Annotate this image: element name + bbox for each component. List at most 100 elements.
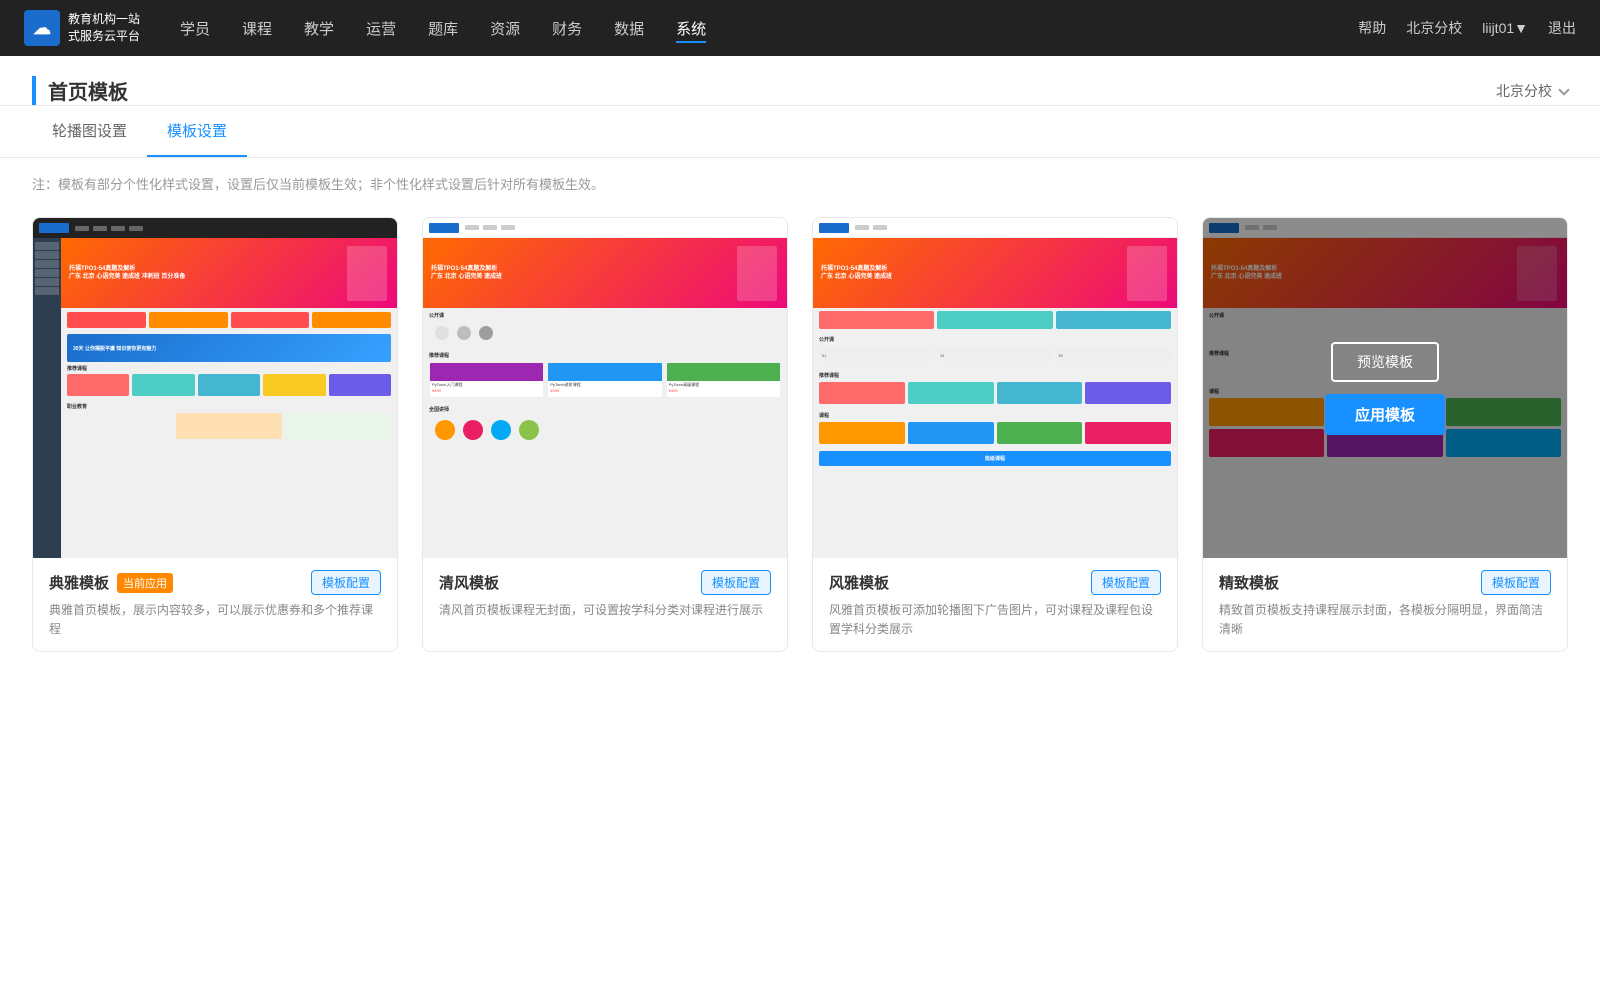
nav-branch[interactable]: 北京分校 <box>1406 18 1462 38</box>
course-card: PyTorch入门课程 ¥499 <box>429 362 544 398</box>
teacher-avatar-1 <box>435 420 455 440</box>
preview-banner-3: 托福TPO1-54真题及解析广东 北京 心语完美 速成班 <box>813 238 1177 308</box>
apply-button-4[interactable]: 应用模板 <box>1325 394 1445 435</box>
preview-nav-item <box>501 225 515 230</box>
public-section-3: 公开课 ¥1 ¥1 ¥0 <box>813 332 1177 368</box>
sidebar-item <box>35 260 59 268</box>
logo: ☁ 教育机构一站 式服务云平台 <box>24 10 140 46</box>
ad-card <box>819 311 934 329</box>
preview-nav-2 <box>423 218 787 238</box>
nav-item-finance[interactable]: 财务 <box>552 14 582 43</box>
preview-button-4[interactable]: 预览模板 <box>1331 342 1439 382</box>
template-name-1: 典雅模板 <box>49 572 109 593</box>
config-button-3[interactable]: 模板配置 <box>1091 570 1161 595</box>
preview-banner-img-3 <box>1127 246 1167 301</box>
teacher-section-2: 全国讲师 <box>423 402 787 448</box>
recommend-card <box>997 382 1083 404</box>
preview-logo-1 <box>39 223 69 233</box>
public-section-2: 公开课 <box>423 308 787 348</box>
course-card <box>285 413 391 439</box>
template-name-row-2: 清风模板 模板配置 <box>439 570 771 595</box>
courses-section-1: 职业教育 <box>61 399 397 443</box>
course-card <box>908 422 994 444</box>
tab-template[interactable]: 模板设置 <box>147 106 247 157</box>
template-preview-1: 托福TPO1-54真题及解析广东 北京 心语完美 速成班 冲刺班 百分准备 <box>33 218 397 558</box>
sidebar-item <box>35 242 59 250</box>
nav-item-students[interactable]: 学员 <box>180 14 210 43</box>
current-badge-1: 当前应用 <box>117 573 173 593</box>
config-button-2[interactable]: 模板配置 <box>701 570 771 595</box>
template-footer-4: 精致模板 模板配置 精致首页模板支持课程展示封面，各模板分隔明显，界面简洁清晰 <box>1203 558 1567 651</box>
template-name-row-1: 典雅模板 当前应用 模板配置 <box>49 570 381 595</box>
course-price: ¥499 <box>432 388 541 393</box>
preview-banner-img-1 <box>347 246 387 301</box>
preview-nav-item <box>465 225 479 230</box>
template-name-4: 精致模板 <box>1219 572 1279 593</box>
template-footer-3: 风雅模板 模板配置 风雅首页模板可添加轮播图下广告图片，可对课程及课程包设置学科… <box>813 558 1177 651</box>
preview-sidebar-1 <box>33 238 61 558</box>
public-card: ¥1 <box>819 348 934 362</box>
preview-nav-item <box>855 225 869 230</box>
nav-logout[interactable]: 退出 <box>1548 18 1576 38</box>
public-card: ¥0 <box>1056 348 1171 362</box>
templates-grid: 托福TPO1-54真题及解析广东 北京 心语完美 速成班 冲刺班 百分准备 <box>0 209 1600 692</box>
avatar-2 <box>457 326 471 340</box>
template-card-4: 托福TPO1-54真题及解析广东 北京 心语完美 速成班 公开课 推荐课程 课程 <box>1202 217 1568 652</box>
promo-text-1: 30天 让你摆脱平庸 知识使你更有魅力 <box>73 345 156 352</box>
recommend-card <box>198 374 260 396</box>
nav-item-courses[interactable]: 课程 <box>242 14 272 43</box>
nav-item-resources[interactable]: 资源 <box>490 14 520 43</box>
avatar-1 <box>435 326 449 340</box>
recommend-card <box>1085 382 1171 404</box>
template-preview-3: 托福TPO1-54真题及解析广东 北京 心语完美 速成班 公开课 ¥1 ¥1 <box>813 218 1177 558</box>
ad-card <box>937 311 1052 329</box>
tab-carousel[interactable]: 轮播图设置 <box>32 106 147 157</box>
sidebar-item <box>35 278 59 286</box>
teacher-avatar-4 <box>519 420 539 440</box>
teacher-title-2: 全国讲师 <box>429 406 781 413</box>
course-img <box>430 363 543 381</box>
branch-selector[interactable]: 北京分校 <box>1496 81 1568 101</box>
course-card: PyTorch进阶课程 ¥499 <box>547 362 662 398</box>
preview-logo-3 <box>819 223 849 233</box>
public-row-3: ¥1 ¥1 ¥0 <box>819 346 1171 364</box>
course-price: ¥499 <box>550 388 659 393</box>
course-info: PyTorch进阶课程 ¥499 <box>548 381 661 394</box>
coupon-4 <box>312 312 391 328</box>
preview-nav-item <box>111 226 125 231</box>
recommend-card <box>132 374 194 396</box>
preview-body-1: 托福TPO1-54真题及解析广东 北京 心语完美 速成班 冲刺班 百分准备 <box>33 238 397 558</box>
nav-item-teaching[interactable]: 教学 <box>304 14 334 43</box>
config-button-4[interactable]: 模板配置 <box>1481 570 1551 595</box>
nav-item-operations[interactable]: 运营 <box>366 14 396 43</box>
config-button-1[interactable]: 模板配置 <box>311 570 381 595</box>
preview-inner-3: 托福TPO1-54真题及解析广东 北京 心语完美 速成班 公开课 ¥1 ¥1 <box>813 218 1177 558</box>
logo-icon: ☁ <box>24 10 60 46</box>
nav-item-system[interactable]: 系统 <box>676 14 706 43</box>
recommend-section-3: 推荐课程 <box>813 368 1177 408</box>
recommend-title-3: 推荐课程 <box>819 372 1171 379</box>
template-name-row-3: 风雅模板 模板配置 <box>829 570 1161 595</box>
preview-nav-items-2 <box>465 225 515 230</box>
recommend-section-2: 推荐课程 PyTorch入门课程 ¥499 <box>423 348 787 402</box>
cta-text-3: 班级课程 <box>985 455 1005 462</box>
note-text: 注：模板有部分个性化样式设置，设置后仅当前模板生效；非个性化样式设置后针对所有模… <box>0 158 1600 209</box>
public-title-3: 公开课 <box>819 336 1171 343</box>
preview-nav-item <box>873 225 887 230</box>
nav-help[interactable]: 帮助 <box>1358 18 1386 38</box>
courses-section-3: 课程 <box>813 408 1177 448</box>
template-desc-1: 典雅首页模板，展示内容较多，可以展示优惠券和多个推荐课程 <box>49 601 381 639</box>
sidebar-item <box>35 269 59 277</box>
nav-user[interactable]: liijt01▼ <box>1482 20 1528 36</box>
nav-item-questions[interactable]: 题库 <box>428 14 458 43</box>
template-name-row-4: 精致模板 模板配置 <box>1219 570 1551 595</box>
course-info: PyTorch入门课程 ¥499 <box>430 381 543 394</box>
recommend-card <box>329 374 391 396</box>
nav-item-data[interactable]: 数据 <box>614 14 644 43</box>
preview-main-1: 托福TPO1-54真题及解析广东 北京 心语完美 速成班 冲刺班 百分准备 <box>61 238 397 558</box>
recommend-card <box>67 374 129 396</box>
template-desc-4: 精致首页模板支持课程展示封面，各模板分隔明显，界面简洁清晰 <box>1219 601 1551 639</box>
ad-card <box>1056 311 1171 329</box>
preview-nav-items-3 <box>855 225 887 230</box>
template-card-1: 托福TPO1-54真题及解析广东 北京 心语完美 速成班 冲刺班 百分准备 <box>32 217 398 652</box>
